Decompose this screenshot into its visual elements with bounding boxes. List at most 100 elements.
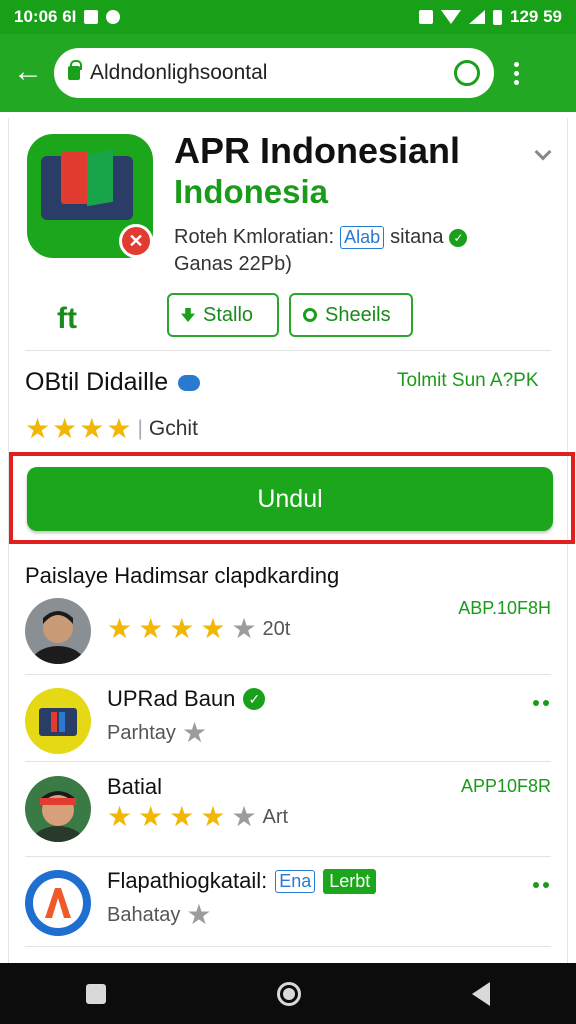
app-avatar-icon bbox=[25, 688, 91, 754]
chat-notification-icon bbox=[106, 10, 121, 24]
star-icon: ★ bbox=[107, 801, 133, 832]
status-right: 129 59 bbox=[419, 7, 562, 27]
url-text[interactable]: Aldndonlighsoontal bbox=[90, 61, 454, 85]
more-dots-icon[interactable] bbox=[533, 882, 549, 888]
battery-text: 129 59 bbox=[510, 7, 562, 26]
item-sub: Bahatay ★ bbox=[107, 900, 212, 930]
detail-title: OBtil Didaille bbox=[25, 368, 201, 397]
meta-tag: Alab bbox=[340, 226, 385, 249]
app-subtitle: Indonesia bbox=[174, 173, 329, 210]
app-icon-red-shape bbox=[61, 152, 89, 204]
system-nav-bar bbox=[0, 963, 576, 1024]
list-item[interactable]: UPRad Baun ✓ Parhtay ★ bbox=[9, 678, 569, 766]
install-chip[interactable]: Stallo bbox=[167, 293, 279, 337]
meta-suffix: sitana bbox=[390, 226, 444, 248]
more-dots-icon[interactable] bbox=[533, 700, 549, 706]
star-icon: ★ bbox=[138, 801, 164, 832]
item-sub: Parhtay ★ bbox=[107, 718, 207, 748]
star-icon: ★ bbox=[200, 613, 226, 644]
man-avatar bbox=[25, 598, 91, 664]
item-title: Flapathiogkatail: Ena Lerbt bbox=[107, 868, 377, 894]
divider bbox=[25, 761, 551, 762]
rating-text: Gchit bbox=[148, 417, 198, 440]
recents-icon[interactable] bbox=[85, 983, 106, 1004]
more-options-icon[interactable] bbox=[514, 61, 519, 85]
star-icon: ★ bbox=[186, 899, 212, 930]
star-icon: ★ bbox=[138, 613, 164, 644]
collapse-chevron-icon[interactable] bbox=[534, 143, 552, 161]
reload-icon[interactable] bbox=[454, 60, 480, 86]
star-empty-icon: ★ bbox=[231, 613, 257, 644]
star-icon: ★ bbox=[25, 413, 51, 444]
item-tag: APP10F8R bbox=[460, 776, 551, 796]
rating-row: ★ ★ ★ ★ | Gchit bbox=[25, 414, 198, 444]
lock-icon bbox=[68, 60, 82, 80]
wifi-icon bbox=[441, 10, 461, 24]
item-sub-text: Art bbox=[262, 805, 289, 828]
back-icon[interactable] bbox=[472, 981, 491, 1006]
man-headband-avatar bbox=[25, 776, 91, 842]
item-title: Batial bbox=[107, 774, 163, 799]
item-tag-blue: Ena bbox=[275, 869, 316, 893]
meta-prefix: Roteh Kmloratian: bbox=[174, 226, 335, 248]
app-size-line: Ganas 22Pb) bbox=[174, 253, 292, 275]
star-icon: ★ bbox=[200, 801, 226, 832]
browser-toolbar: ← Aldndonlighsoontal bbox=[0, 34, 576, 112]
item-sub-text: Bahatay bbox=[107, 903, 181, 926]
divider bbox=[25, 946, 551, 947]
section-title: Paislaye Hadimsar clapdkarding bbox=[25, 563, 340, 588]
divider bbox=[25, 674, 551, 675]
divider bbox=[25, 350, 551, 351]
vibrate-icon bbox=[419, 10, 433, 24]
location-icon bbox=[303, 308, 317, 322]
url-bar[interactable]: Aldndonlighsoontal bbox=[54, 48, 494, 98]
app-meta-line: Roteh Kmloratian: Alab sitana ✓ bbox=[174, 226, 468, 249]
verified-icon: ✓ bbox=[243, 688, 266, 710]
item-title: UPRad Baun ✓ bbox=[107, 686, 266, 712]
app-icon: ✕ bbox=[27, 134, 153, 258]
item-tag: ABP.10F8H bbox=[458, 598, 551, 618]
star-icon: ★ bbox=[107, 613, 133, 644]
a-logo-avatar bbox=[25, 870, 91, 936]
detail-right-link[interactable]: Tolmit Sun A?PK bbox=[397, 370, 539, 392]
star-icon: ★ bbox=[106, 413, 132, 444]
app-badge-icon: ✕ bbox=[119, 224, 153, 258]
rating-separator: | bbox=[137, 417, 143, 440]
app-title: APR Indonesianl bbox=[174, 130, 461, 171]
verified-icon: ✓ bbox=[449, 228, 468, 247]
item-sub-text: Parhtay bbox=[107, 721, 176, 744]
item-title-text: UPRad Baun bbox=[107, 686, 236, 711]
download-button[interactable]: Undul bbox=[27, 467, 553, 531]
app-icon-green-shape bbox=[87, 149, 113, 207]
list-item[interactable]: Flapathiogkatail: Ena Lerbt Bahatay ★ bbox=[9, 860, 569, 948]
star-empty-icon: ★ bbox=[231, 801, 257, 832]
app-detail-card: ✕ APR Indonesianl Indonesia Roteh Kmlora… bbox=[8, 118, 575, 963]
item-rating: ★ ★ ★ ★ ★ Art bbox=[107, 802, 288, 832]
home-icon[interactable] bbox=[276, 981, 301, 1006]
signal-icon bbox=[469, 10, 485, 24]
list-item[interactable]: Batial ★ ★ ★ ★ ★ Art APP10F8R bbox=[9, 766, 569, 854]
star-icon: ★ bbox=[169, 801, 195, 832]
download-icon bbox=[181, 308, 195, 322]
status-bar: 10:06 6I 129 59 bbox=[0, 0, 576, 34]
item-tag-green: Lerbt bbox=[323, 868, 377, 894]
item-rating: ★ ★ ★ ★ ★ 20t bbox=[107, 614, 290, 644]
battery-icon bbox=[493, 9, 502, 25]
detail-title-text: OBtil Didaille bbox=[25, 368, 169, 396]
star-icon: ★ bbox=[79, 413, 105, 444]
status-left: 10:06 6I bbox=[14, 7, 121, 27]
chat-bubble-icon bbox=[178, 374, 201, 391]
chip1-label: Stallo bbox=[203, 303, 254, 326]
back-arrow-icon[interactable]: ← bbox=[12, 57, 44, 89]
chip2-label: Sheeils bbox=[325, 303, 391, 326]
item-title-text: Flapathiogkatail: bbox=[107, 868, 268, 893]
divider bbox=[25, 856, 551, 857]
star-icon: ★ bbox=[52, 413, 78, 444]
star-icon: ★ bbox=[169, 613, 195, 644]
share-icon[interactable]: ft bbox=[57, 302, 77, 336]
list-item[interactable]: ★ ★ ★ ★ ★ 20t ABP.10F8H bbox=[9, 588, 569, 676]
notification-icon bbox=[84, 10, 99, 24]
item-sub-text: 20t bbox=[262, 617, 291, 640]
details-chip[interactable]: Sheeils bbox=[289, 293, 413, 337]
status-time: 10:06 6I bbox=[14, 7, 77, 26]
